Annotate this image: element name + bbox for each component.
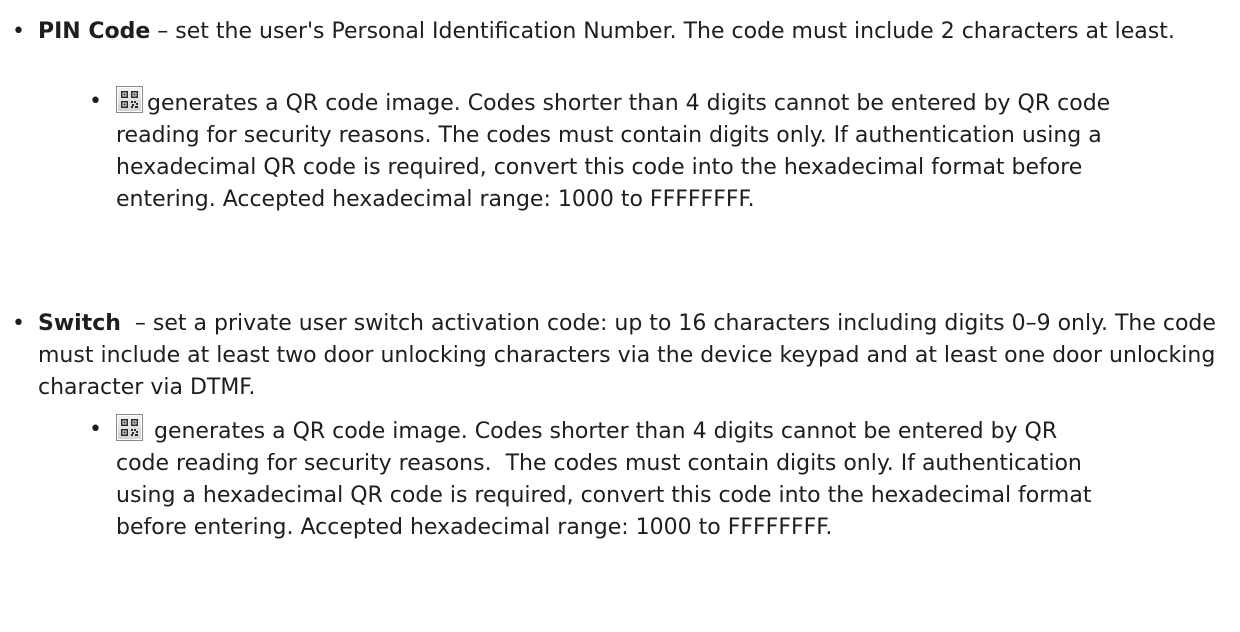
qr-code-icon[interactable] [116, 86, 143, 113]
bullet: • [89, 89, 102, 114]
list-item-pin-code: • PIN Code – set the user's Personal Ide… [12, 16, 1228, 48]
bullet: • [89, 417, 102, 442]
qr-code-icon[interactable] [116, 414, 143, 441]
term-switch: Switch [38, 311, 121, 336]
sub-item-pin-qr: • generates a QR code image. Codes short… [89, 86, 1116, 216]
sub-item-switch-qr: • generates a QR code image. Codes short… [89, 414, 1116, 544]
qr-note-pin-code: generates a QR code image. Codes shorter… [116, 91, 1111, 212]
description-switch: – set a private user switch activation c… [38, 311, 1223, 400]
list-item-switch: • Switch – set a private user switch act… [12, 308, 1228, 404]
term-pin-code: PIN Code [38, 19, 151, 44]
bullet: • [12, 311, 25, 336]
bullet: • [12, 19, 25, 44]
document-page: • PIN Code – set the user's Personal Ide… [0, 0, 1240, 632]
qr-note-switch: generates a QR code image. Codes shorter… [116, 419, 1099, 540]
description-pin-code: – set the user's Personal Identification… [150, 19, 1175, 44]
